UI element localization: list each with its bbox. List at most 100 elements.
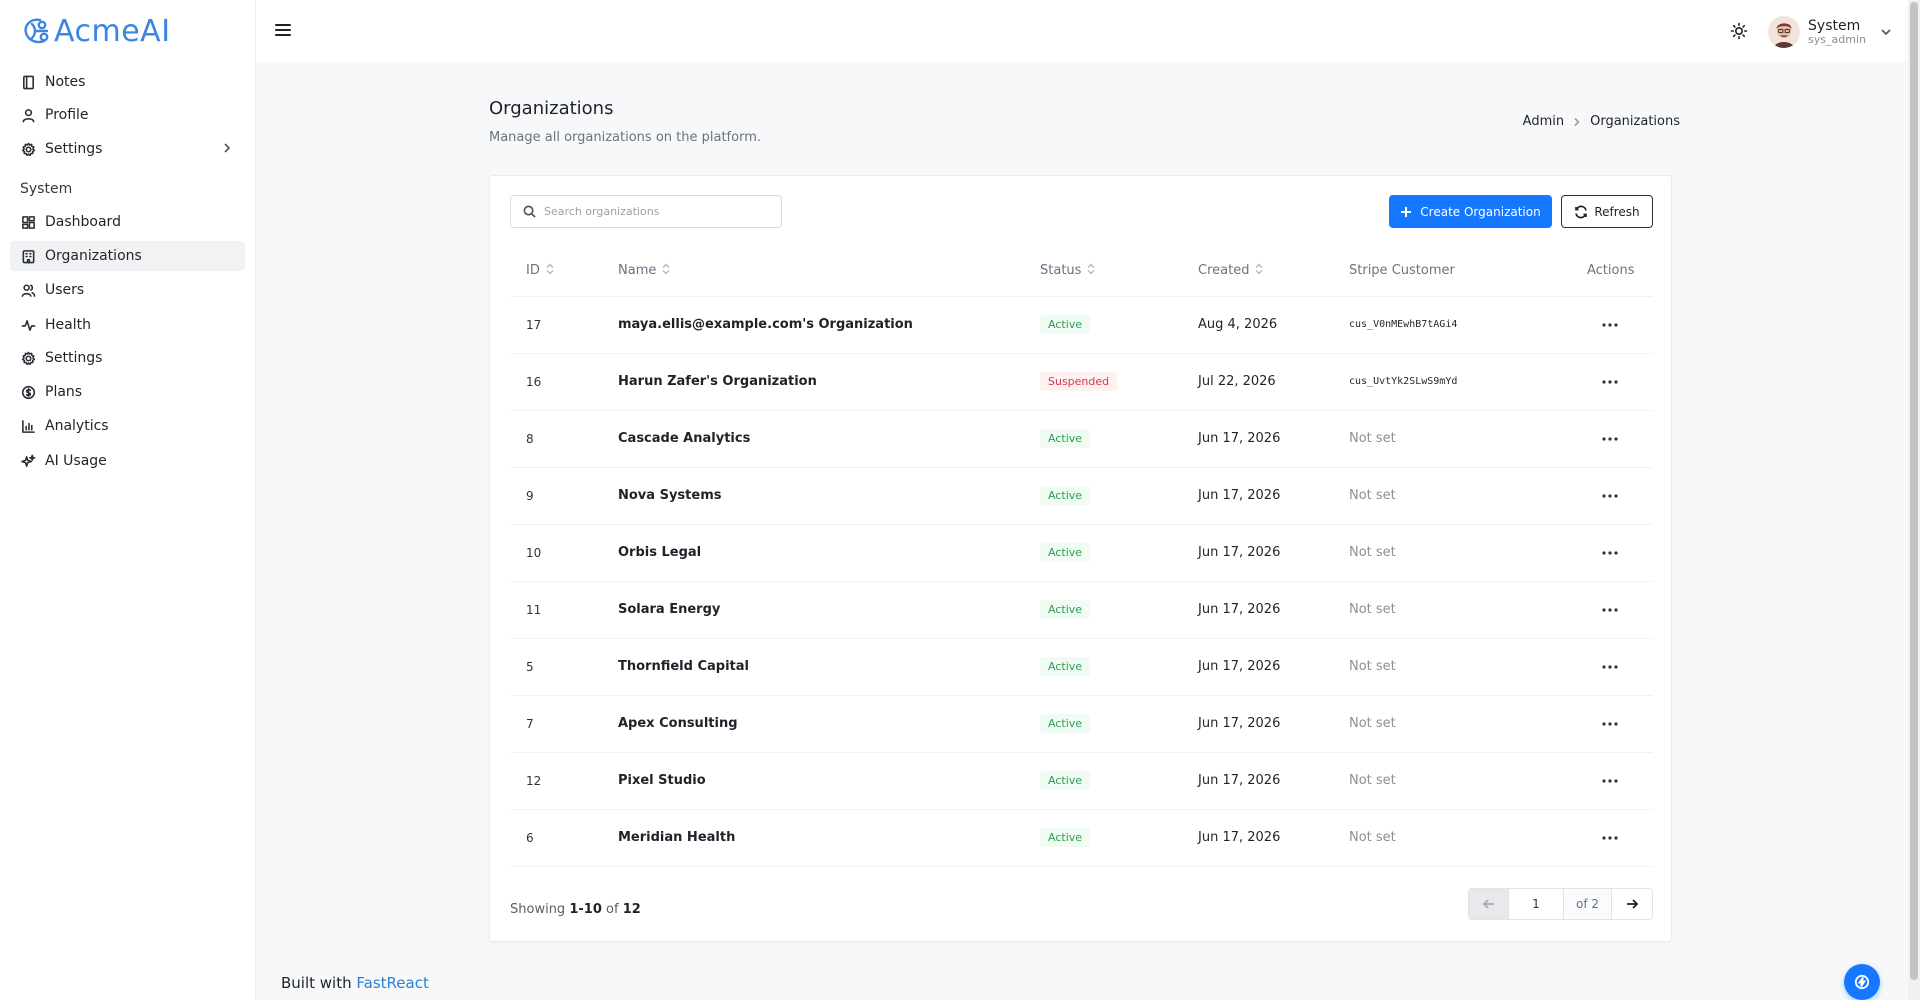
cell-name[interactable]: Cascade Analytics xyxy=(602,410,1024,468)
create-organization-label: Create Organization xyxy=(1420,204,1541,219)
sidebar-item-ai-usage[interactable]: AI Usage xyxy=(10,446,245,476)
user-menu[interactable]: System sys_admin xyxy=(1768,14,1892,50)
more-actions-icon[interactable] xyxy=(1599,485,1621,507)
cell-stripe-customer: Not set xyxy=(1333,410,1547,468)
cell-actions xyxy=(1547,638,1653,696)
sort-icon xyxy=(1255,263,1263,275)
table-row[interactable]: 12 Pixel Studio Active Jun 17, 2026 Not set xyxy=(510,752,1653,810)
cell-created: Jun 17, 2026 xyxy=(1182,752,1333,810)
table-row[interactable]: 5 Thornfield Capital Active Jun 17, 2026 Not… xyxy=(510,638,1653,696)
bar-chart-icon xyxy=(20,418,36,434)
table-row[interactable]: 9 Nova Systems Active Jun 17, 2026 Not set xyxy=(510,467,1653,525)
table-row[interactable]: 17 maya.ellis@example.com's Organization A… xyxy=(510,296,1653,354)
create-organization-button[interactable]: Create Organization xyxy=(1389,195,1552,228)
cell-id: 7 xyxy=(510,695,602,753)
cell-name[interactable]: Nova Systems xyxy=(602,467,1024,525)
status-badge: Active xyxy=(1040,429,1091,448)
sidebar-item-plans[interactable]: Plans xyxy=(10,377,245,407)
cell-stripe-customer: Not set xyxy=(1333,695,1547,753)
search-input[interactable] xyxy=(544,205,764,218)
sort-icon xyxy=(662,263,670,275)
status-badge: Active xyxy=(1040,315,1091,334)
scrollbar-thumb[interactable] xyxy=(1910,2,1918,980)
logo-text: AcmeAI xyxy=(54,13,171,49)
more-actions-icon[interactable] xyxy=(1599,542,1621,564)
footer-link-fastreact[interactable]: FastReact xyxy=(356,974,428,992)
sidebar-item-dashboard[interactable]: Dashboard xyxy=(10,207,245,237)
cell-id: 17 xyxy=(510,296,602,354)
table-row[interactable]: 8 Cascade Analytics Active Jun 17, 2026 Not … xyxy=(510,410,1653,468)
sidebar-item-users[interactable]: Users xyxy=(10,275,245,305)
search-box[interactable] xyxy=(510,195,782,228)
table-row[interactable]: 10 Orbis Legal Active Jun 17, 2026 Not set xyxy=(510,524,1653,582)
column-header-id[interactable]: ID xyxy=(510,246,602,297)
cell-name[interactable]: maya.ellis@example.com's Organization xyxy=(602,296,1024,354)
quick-action-button[interactable] xyxy=(1844,964,1880,1000)
breadcrumb: Admin Organizations xyxy=(1523,114,1680,129)
cell-name[interactable]: Meridian Health xyxy=(602,809,1024,867)
cell-name[interactable]: Pixel Studio xyxy=(602,752,1024,810)
column-header-created[interactable]: Created xyxy=(1182,246,1333,297)
menu-toggle-icon[interactable] xyxy=(274,21,292,39)
sidebar-item-health[interactable]: Health xyxy=(10,310,245,340)
more-actions-icon[interactable] xyxy=(1599,770,1621,792)
table-row[interactable]: 11 Solara Energy Active Jun 17, 2026 Not set xyxy=(510,581,1653,639)
cell-created: Jun 17, 2026 xyxy=(1182,410,1333,468)
notebook-icon xyxy=(20,74,36,90)
cell-actions xyxy=(1547,809,1653,867)
refresh-button[interactable]: Refresh xyxy=(1561,195,1653,228)
cell-stripe-customer: cus_V0nMEwhB7tAGi4 xyxy=(1333,296,1547,354)
cell-created: Jun 17, 2026 xyxy=(1182,809,1333,867)
cell-name[interactable]: Solara Energy xyxy=(602,581,1024,639)
column-header-name[interactable]: Name xyxy=(602,246,1024,297)
status-badge: Suspended xyxy=(1040,372,1118,391)
sidebar-item-notes[interactable]: Notes xyxy=(10,67,245,97)
sidebar-item-settings[interactable]: Settings xyxy=(10,134,245,164)
previous-page-button[interactable] xyxy=(1469,889,1509,919)
sidebar-item-label: Health xyxy=(45,317,91,333)
breadcrumb-admin[interactable]: Admin xyxy=(1523,114,1564,129)
sun-icon[interactable] xyxy=(1730,22,1748,40)
app-logo[interactable]: AcmeAI xyxy=(20,13,171,49)
cell-name[interactable]: Orbis Legal xyxy=(602,524,1024,582)
table-row[interactable]: 7 Apex Consulting Active Jun 17, 2026 Not se… xyxy=(510,695,1653,753)
cell-stripe-customer: Not set xyxy=(1333,581,1547,639)
more-actions-icon[interactable] xyxy=(1599,428,1621,450)
cell-stripe-customer: Not set xyxy=(1333,638,1547,696)
gear-icon xyxy=(20,141,36,157)
more-actions-icon[interactable] xyxy=(1599,713,1621,735)
cell-name[interactable]: Harun Zafer's Organization xyxy=(602,353,1024,411)
cell-id: 16 xyxy=(510,353,602,411)
cell-stripe-customer: Not set xyxy=(1333,467,1547,525)
sidebar-item-profile[interactable]: Profile xyxy=(10,100,245,130)
table-row[interactable]: 16 Harun Zafer's Organization Suspended Jul… xyxy=(510,353,1653,411)
table-row[interactable]: 6 Meridian Health Active Jun 17, 2026 Not se… xyxy=(510,809,1653,867)
plus-icon xyxy=(1401,206,1412,217)
cell-name[interactable]: Apex Consulting xyxy=(602,695,1024,753)
refresh-icon xyxy=(1575,205,1588,218)
more-actions-icon[interactable] xyxy=(1599,827,1621,849)
more-actions-icon[interactable] xyxy=(1599,656,1621,678)
cell-actions xyxy=(1547,353,1653,411)
cell-actions xyxy=(1547,524,1653,582)
current-page-input[interactable]: 1 xyxy=(1509,889,1564,919)
organizations-table: ID Name Status Created Stripe Customer A… xyxy=(510,246,1653,867)
status-badge: Active xyxy=(1040,600,1091,619)
sidebar-item-analytics[interactable]: Analytics xyxy=(10,411,245,441)
cell-name[interactable]: Thornfield Capital xyxy=(602,638,1024,696)
cell-id: 12 xyxy=(510,752,602,810)
cell-actions xyxy=(1547,467,1653,525)
more-actions-icon[interactable] xyxy=(1599,314,1621,336)
table-body: 17 maya.ellis@example.com's Organization A… xyxy=(510,296,1653,867)
sort-icon xyxy=(546,263,554,275)
cell-created: Jun 17, 2026 xyxy=(1182,467,1333,525)
more-actions-icon[interactable] xyxy=(1599,599,1621,621)
next-page-button[interactable] xyxy=(1612,889,1652,919)
more-actions-icon[interactable] xyxy=(1599,371,1621,393)
sidebar-item-system-settings[interactable]: Settings xyxy=(10,343,245,373)
sparkles-icon xyxy=(20,453,36,469)
sidebar-item-organizations[interactable]: Organizations xyxy=(10,241,245,271)
column-header-status[interactable]: Status xyxy=(1024,246,1182,297)
cell-status: Active xyxy=(1024,467,1182,525)
scrollbar[interactable] xyxy=(1908,0,1920,1000)
